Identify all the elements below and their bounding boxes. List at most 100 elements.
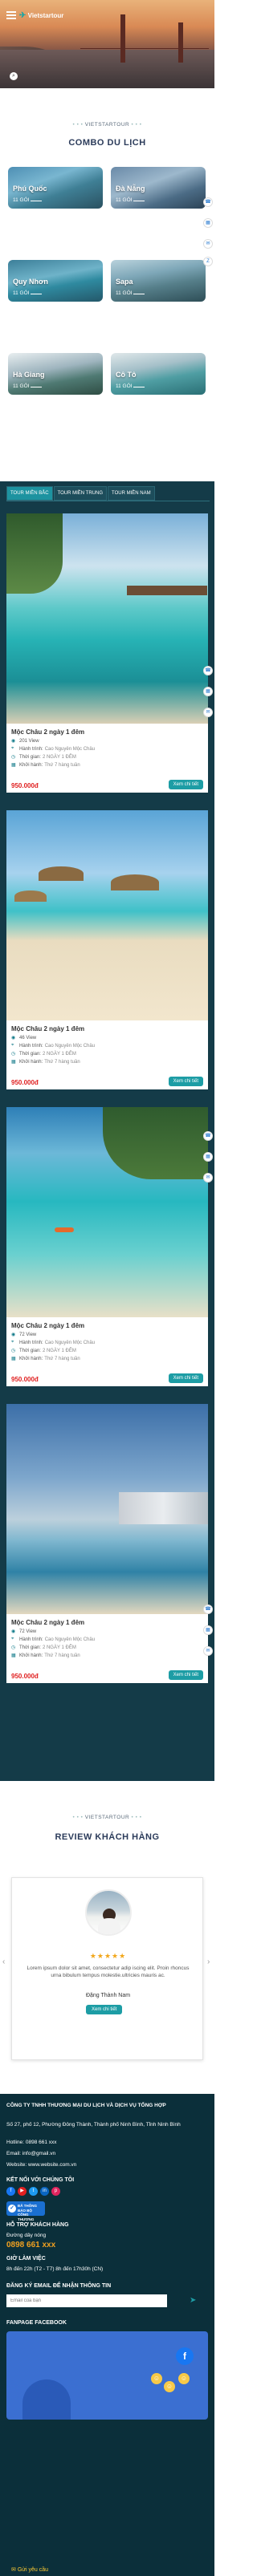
itinerary-label: Hành trình:: [19, 1340, 43, 1345]
tour-departure: Thứ 7 hàng tuần: [44, 1356, 80, 1361]
combo-card-quy-nhon[interactable]: Quy Nhơn 11 GÓI: [8, 260, 103, 302]
company-name: CÔNG TY TNHH THƯƠNG MẠI DU LỊCH VÀ DỊCH …: [6, 2103, 166, 2108]
tour-info: Mộc Châu 2 ngày 1 đêm ◉ 46 View ⌖ Hành trì…: [11, 1025, 203, 1067]
grid-float-icon[interactable]: ▦: [203, 1625, 213, 1635]
hero-banner: ✈ Vietstartour ⌕: [0, 0, 214, 88]
combo-count: 11 GÓI: [116, 290, 133, 296]
tour-photo[interactable]: [6, 1404, 208, 1614]
location-icon: ⌖: [11, 1637, 14, 1641]
company-hotline[interactable]: Hotline: 0898 661 xxx: [6, 2139, 208, 2146]
twitter-icon[interactable]: t: [29, 2187, 38, 2196]
check-icon: ✓: [8, 2205, 16, 2213]
combo-name: Hà Giang: [13, 371, 45, 379]
itinerary-label: Hành trình:: [19, 1043, 43, 1049]
view-detail-button[interactable]: Xem chi tiết: [168, 1077, 203, 1086]
tour-duration: 2 NGÀY 1 ĐÊM: [42, 1645, 76, 1650]
prev-arrow-icon[interactable]: ‹: [2, 1957, 5, 1966]
youtube-icon[interactable]: ▶: [18, 2187, 27, 2196]
tour-price: 950.000đ: [11, 1376, 39, 1383]
company-website[interactable]: Website: www.website.com.vn: [6, 2161, 208, 2168]
tab-tour-mien-nam[interactable]: TOUR MIỀN NAM: [108, 486, 155, 501]
tour-photo[interactable]: [6, 1107, 208, 1317]
phone-float-icon[interactable]: ☎: [203, 1604, 213, 1614]
subscribe-heading: ĐĂNG KÝ EMAIL ĐỂ NHẬN THÔNG TIN: [6, 2283, 112, 2289]
combo-card-sapa[interactable]: Sapa 11 GÓI: [111, 260, 206, 302]
grid-float-icon[interactable]: ▦: [203, 1152, 213, 1162]
tour-price: 950.000đ: [11, 1673, 39, 1680]
tour-photo[interactable]: [6, 513, 208, 724]
combo-card-ha-giang[interactable]: Hà Giang 11 GÓI: [8, 353, 103, 395]
phone-float-icon[interactable]: ☎: [203, 197, 213, 207]
view-detail-button[interactable]: Xem chi tiết: [168, 780, 203, 789]
calendar-icon: ▦: [11, 1357, 16, 1361]
ministry-badge[interactable]: ✓ ĐÃ THÔNG BÁO BỘ CÔNG THƯƠNG: [6, 2201, 45, 2221]
tour-title[interactable]: Mộc Châu 2 ngày 1 đêm: [11, 728, 203, 736]
review-title: REVIEW KHÁCH HÀNG: [55, 1832, 160, 1842]
messenger-float-icon[interactable]: ✉: [203, 239, 213, 249]
duration-label: Thời gian:: [19, 754, 41, 760]
connect-heading: KẾT NỐI VỚI CHÚNG TÔI: [6, 2177, 75, 2183]
combo-card-co-to[interactable]: Cô Tô 11 GÓI: [111, 353, 206, 395]
tour-title[interactable]: Mộc Châu 2 ngày 1 đêm: [11, 1619, 203, 1626]
tab-tour-mien-bac[interactable]: TOUR MIỀN BẮC: [6, 486, 53, 501]
pinterest-icon[interactable]: p: [51, 2187, 60, 2196]
messenger-float-icon[interactable]: ✉: [203, 1646, 213, 1656]
review-quote: Lorem ipsum dolor sit amet, consectetur …: [27, 1965, 190, 1978]
company-email[interactable]: Email: info@gmail.vn: [6, 2150, 208, 2157]
grid-float-icon[interactable]: ▦: [203, 687, 213, 696]
zalo-float-icon[interactable]: Z: [203, 257, 213, 266]
facebook-icon[interactable]: f: [6, 2187, 15, 2196]
review-detail-button[interactable]: Xem chi tiết: [86, 2005, 123, 2014]
search-icon[interactable]: ⌕: [10, 72, 18, 80]
clock-icon: ◷: [11, 1052, 16, 1057]
support-heading: HỖ TRỢ KHÁCH HÀNG: [6, 2222, 69, 2228]
tour-info: Mộc Châu 2 ngày 1 đêm ◉ 72 View ⌖ Hành trì…: [11, 1619, 203, 1661]
phone-float-icon[interactable]: ☎: [203, 666, 213, 675]
site-logo[interactable]: ✈ Vietstartour: [19, 11, 63, 20]
tour-views: 201 View: [19, 738, 39, 744]
calendar-icon: ▦: [11, 763, 16, 768]
support-line: Đường dây nóng: [6, 2233, 47, 2238]
tour-title[interactable]: Mộc Châu 2 ngày 1 đêm: [11, 1322, 203, 1329]
linkedin-icon[interactable]: in: [40, 2187, 49, 2196]
tour-price: 950.000đ: [11, 1079, 39, 1086]
logo-text: Vietstartour: [27, 12, 64, 19]
tour-photo[interactable]: [6, 810, 208, 1020]
tour-card[interactable]: Mộc Châu 2 ngày 1 đêm ◉ 72 View ⌖ Hành trì…: [6, 1107, 208, 1386]
bridge-tower: [178, 22, 183, 63]
menu-icon[interactable]: [6, 11, 16, 19]
combo-card-phu-quoc[interactable]: Phú Quốc 11 GÓI: [8, 167, 103, 209]
departure-label: Khởi hành:: [19, 762, 43, 768]
tour-tabs: TOUR MIỀN BẮC TOUR MIỀN TRUNG TOUR MIỀN …: [6, 486, 156, 501]
tour-info: Mộc Châu 2 ngày 1 đêm ◉ 201 View ⌖ Hành tr…: [11, 728, 203, 770]
tour-card[interactable]: Mộc Châu 2 ngày 1 đêm ◉ 46 View ⌖ Hành trì…: [6, 810, 208, 1089]
support-number[interactable]: 0898 661 xxx: [6, 2241, 55, 2249]
combo-count: 11 GÓI: [13, 383, 30, 389]
send-icon[interactable]: ➤: [190, 2296, 196, 2305]
tour-card[interactable]: Mộc Châu 2 ngày 1 đêm ◉ 72 View ⌖ Hành trì…: [6, 1404, 208, 1683]
clock-icon: ◷: [11, 1645, 16, 1650]
view-detail-button[interactable]: Xem chi tiết: [168, 1373, 203, 1383]
tour-departure: Thứ 7 hàng tuần: [44, 762, 80, 768]
grid-float-icon[interactable]: ▦: [203, 218, 213, 228]
phone-float-icon[interactable]: ☎: [203, 1131, 213, 1141]
combo-card-da-nang[interactable]: Đà Nẵng 11 GÓI: [111, 167, 206, 209]
tour-title[interactable]: Mộc Châu 2 ngày 1 đêm: [11, 1025, 203, 1032]
tour-card[interactable]: Mộc Châu 2 ngày 1 đêm ◉ 201 View ⌖ Hành tr…: [6, 513, 208, 793]
eye-icon: ◉: [11, 739, 16, 744]
tour-itinerary: Cao Nguyên Mộc Châu: [44, 1340, 96, 1345]
bottom-request-bar[interactable]: ✉ Gửi yêu cầu: [0, 2565, 214, 2576]
view-detail-button[interactable]: Xem chi tiết: [168, 1670, 203, 1680]
facebook-fanpage-widget[interactable]: f ☺ ☺ ☺: [6, 2331, 208, 2420]
location-icon: ⌖: [11, 1043, 14, 1048]
social-links: f ▶ t in p: [6, 2187, 63, 2196]
combo-count: 11 GÓI: [13, 197, 30, 203]
bridge-deck: [80, 48, 209, 49]
calendar-icon: ▦: [11, 1653, 16, 1658]
messenger-float-icon[interactable]: ✉: [203, 708, 213, 717]
next-arrow-icon[interactable]: ›: [207, 1957, 210, 1966]
messenger-float-icon[interactable]: ✉: [203, 1173, 213, 1183]
tab-tour-mien-trung[interactable]: TOUR MIỀN TRUNG: [53, 486, 108, 501]
tour-info: Mộc Châu 2 ngày 1 đêm ◉ 72 View ⌖ Hành trì…: [11, 1322, 203, 1364]
subscribe-email-input[interactable]: [6, 2294, 167, 2307]
